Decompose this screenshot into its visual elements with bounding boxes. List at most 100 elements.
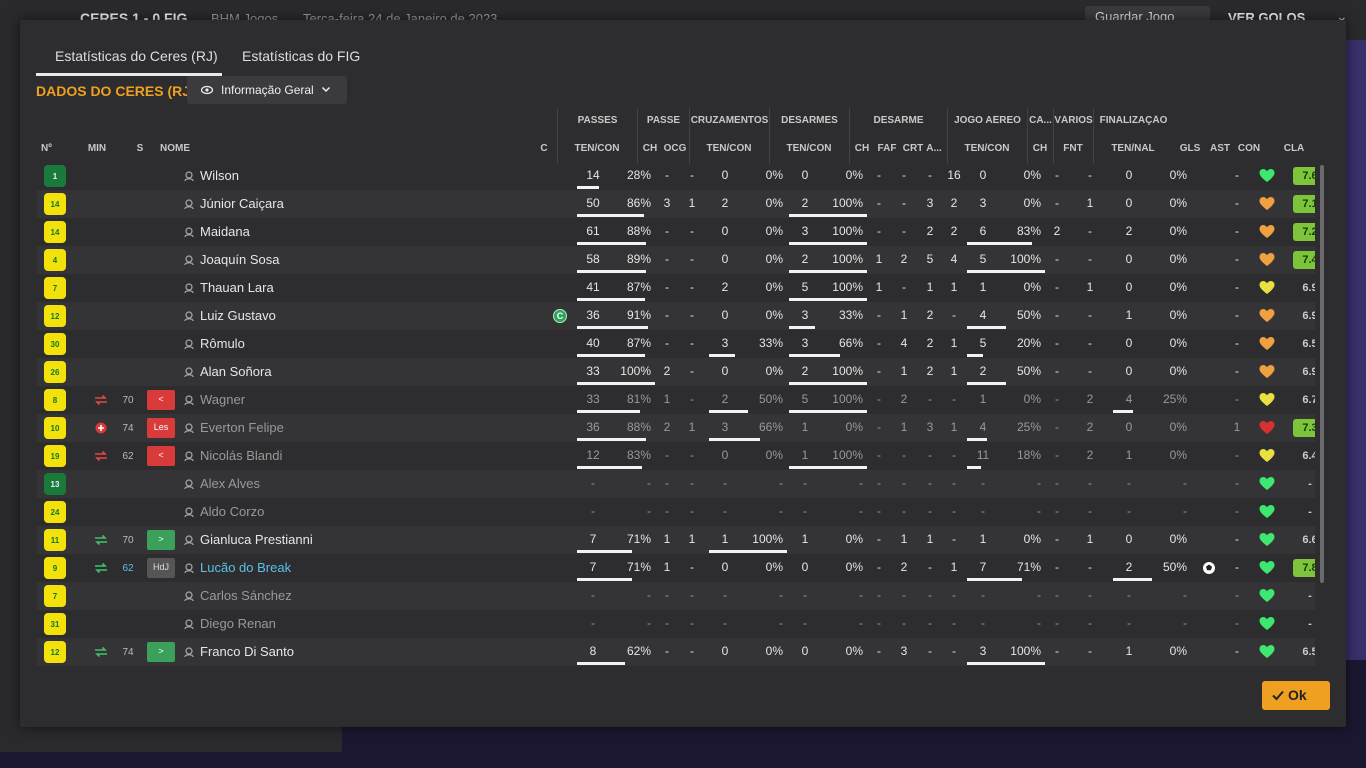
table-row[interactable]: 14 Júnior Caiçara 50 86% 3 1 2 0% 2 100% - -3 2 3 0% -1…	[37, 190, 1315, 218]
player-name-link[interactable]: Diego Renan	[200, 616, 276, 631]
player-name-link[interactable]: Maidana	[200, 224, 250, 239]
tackles-percent: 100%	[832, 392, 863, 406]
col-header-des2-faf[interactable]: FAF	[876, 143, 898, 154]
passe-ch: -	[665, 168, 669, 182]
col-header-ca-ch[interactable]: CH	[1030, 143, 1050, 154]
table-row[interactable]: 31 Diego Renan - - - - - - - - - - - - - - - - - - - -	[37, 610, 1315, 638]
col-header-ast[interactable]: AST	[1208, 143, 1232, 154]
table-row[interactable]: 13 Alex Alves - - - - - - - - - - - - - - - - - - - -	[37, 470, 1315, 498]
col-header-c[interactable]: C	[537, 143, 551, 154]
substitution-out-icon	[95, 450, 107, 462]
desarme-a: 1	[950, 420, 958, 434]
player-name-link[interactable]: Júnior Caiçara	[200, 196, 284, 211]
col-header-des2-ch[interactable]: CH	[852, 143, 872, 154]
col-header-cla[interactable]: CLA	[1276, 143, 1312, 154]
col-header-passe-ocg[interactable]: OCG	[662, 143, 688, 154]
table-row[interactable]: 24 Aldo Corzo - - - - - - - - - - - - - - - - - - - -	[37, 498, 1315, 526]
ca-ch: -	[1055, 336, 1059, 350]
passe-ch: -	[665, 504, 669, 518]
col-header-gls[interactable]: GLS	[1178, 143, 1202, 154]
table-row[interactable]: 19 62 < Nicolás Blandi 12 83% - -0 0% 1 100% - - - -11…	[37, 442, 1315, 470]
table-row[interactable]: 26 Alan Soñora 33 100% 2-0 0% 2 100% -1 2 1 2 50% - -0…	[37, 358, 1315, 386]
table-row[interactable]: 1 Wilson 14 28% - -0 0% 0 0% - - -16 0 0% - -0 0% -7.6	[37, 162, 1315, 190]
tab-fig-stats[interactable]: Estatísticas do FIG	[242, 40, 372, 76]
passe-ocg: 1	[688, 420, 696, 434]
col-header-des2-a[interactable]: A...	[926, 143, 942, 154]
table-row[interactable]: 11 70 > Gianluca Prestianni 7 71% 1 1 1 100% 1 0% -1…	[37, 526, 1315, 554]
player-name-link[interactable]: Nicolás Blandi	[200, 448, 282, 463]
col-header-des[interactable]: TEN/CON	[772, 143, 846, 154]
shooting-percent: -	[1183, 588, 1187, 602]
col-header-no[interactable]: Nº	[41, 143, 63, 154]
tab-ceres-stats[interactable]: Estatísticas do Ceres (RJ)	[36, 40, 222, 76]
ok-button[interactable]: Ok	[1262, 681, 1330, 710]
aerial-attempts: 3	[979, 196, 987, 210]
col-header-var-fnt[interactable]: FNT	[1056, 143, 1090, 154]
shirt-number-badge: 30	[44, 333, 66, 355]
col-header-passe-ch[interactable]: CH	[640, 143, 660, 154]
table-row[interactable]: 9 62 HdJ Lucão do Break 7 71% 1-0 0% 0 0% -2-1 7 71%…	[37, 554, 1315, 582]
table-row[interactable]: 7 Carlos Sánchez - - - - - - - - - - - - - - - - - - - -	[37, 582, 1315, 610]
substitution-status-badge[interactable]: >	[147, 530, 175, 550]
player-name-link[interactable]: Wagner	[200, 392, 245, 407]
player-name-link[interactable]: Alan Soñora	[200, 364, 272, 379]
substitution-status-badge[interactable]: >	[147, 642, 175, 662]
tackles-bar	[789, 354, 840, 357]
table-row[interactable]: 14 Maidana 61 88% - -0 0% 3 100% - -2 2 6 83% 2-2 0% -7.…	[37, 218, 1315, 246]
tackles-attempts: -	[803, 476, 807, 490]
tackles-percent: 0%	[845, 532, 863, 546]
player-name-link[interactable]: Carlos Sánchez	[200, 588, 292, 603]
table-row[interactable]: 10 74 Les Everton Felipe 36 88% 2 1 3 66% 1 0% -1 3 1 4…	[37, 414, 1315, 442]
table-scrollbar[interactable]	[1320, 165, 1324, 583]
player-name-link[interactable]: Thauan Lara	[200, 280, 274, 295]
table-row[interactable]: 7 Thauan Lara 41 87% - -2 0% 5 100% 1-1 1 1 0% -1 0 0% -…	[37, 274, 1315, 302]
col-header-passes[interactable]: TEN/CON	[560, 143, 634, 154]
col-header-name[interactable]: NOME	[160, 143, 220, 154]
varios-fnt: -	[1088, 476, 1092, 490]
player-name-link[interactable]: Franco Di Santo	[200, 644, 294, 659]
table-row[interactable]: 4 Joaquín Sosa 58 89% - -0 0% 2 100% 1 2 5 4 5 100% - -0…	[37, 246, 1315, 274]
crosses-percent: 0%	[765, 196, 783, 210]
tackles-percent: 0%	[845, 420, 863, 434]
player-name-link[interactable]: Luiz Gustavo	[200, 308, 276, 323]
col-header-fin[interactable]: TEN/NAL	[1096, 143, 1170, 154]
substitution-status-badge[interactable]: HdJ	[147, 558, 175, 578]
col-header-cruz[interactable]: TEN/CON	[692, 143, 766, 154]
crosses-attempts: 2	[721, 392, 729, 406]
passes-bar	[577, 354, 645, 357]
col-header-con[interactable]: CON	[1236, 143, 1262, 154]
passe-ocg: 1	[688, 532, 696, 546]
table-row[interactable]: 30 Rômulo 40 87% - -3 33% 3 66% -4 2 1 5 20% - -0 0% -6.5	[37, 330, 1315, 358]
col-header-s[interactable]: S	[131, 143, 149, 154]
player-name-link[interactable]: Joaquín Sosa	[200, 252, 280, 267]
ca-ch: -	[1055, 588, 1059, 602]
player-rating: 6.5	[1302, 646, 1315, 658]
col-header-des2-crt[interactable]: CRT	[902, 143, 924, 154]
col-header-min[interactable]: MIN	[74, 143, 120, 154]
player-name-link[interactable]: Gianluca Prestianni	[200, 532, 313, 547]
desarme-crt: 5	[926, 252, 934, 266]
crosses-percent: 0%	[765, 168, 783, 182]
aerial-bar	[967, 438, 987, 441]
passes-percent: 100%	[620, 364, 651, 378]
passe-ocg: 1	[688, 196, 696, 210]
passes-percent: 87%	[626, 280, 651, 294]
table-row[interactable]: 12 74 > Franco Di Santo 8 62% - -0 0% 0 0% -3- -3 100…	[37, 638, 1315, 666]
col-header-aereo[interactable]: TEN/CON	[950, 143, 1024, 154]
group-header-label: CRUZAMENTOS	[690, 115, 769, 126]
player-name-link[interactable]: Alex Alves	[200, 476, 260, 491]
player-name-link[interactable]: Everton Felipe	[200, 420, 284, 435]
substitution-status-badge[interactable]: <	[147, 446, 175, 466]
shooting-percent: 0%	[1169, 644, 1187, 658]
table-row[interactable]: 8 70 < Wagner 33 81% 1-2 50% 5 100% -2- -1 0% -2 4 25% -…	[37, 386, 1315, 414]
substitution-status-badge[interactable]: Les	[147, 418, 175, 438]
player-name-link[interactable]: Aldo Corzo	[200, 504, 264, 519]
substitution-status-badge[interactable]: <	[147, 390, 175, 410]
player-name-link[interactable]: Lucão do Break	[200, 560, 291, 575]
player-name-link[interactable]: Wilson	[200, 168, 239, 183]
player-name-link[interactable]: Rômulo	[200, 336, 245, 351]
shooting-bar	[1113, 578, 1152, 581]
view-dropdown[interactable]: Informação Geral	[187, 76, 347, 104]
table-row[interactable]: 12 Luiz Gustavo C 36 91% - -0 0% 3 33% -1 2-4 50% - -1…	[37, 302, 1315, 330]
injury-icon	[95, 422, 107, 434]
